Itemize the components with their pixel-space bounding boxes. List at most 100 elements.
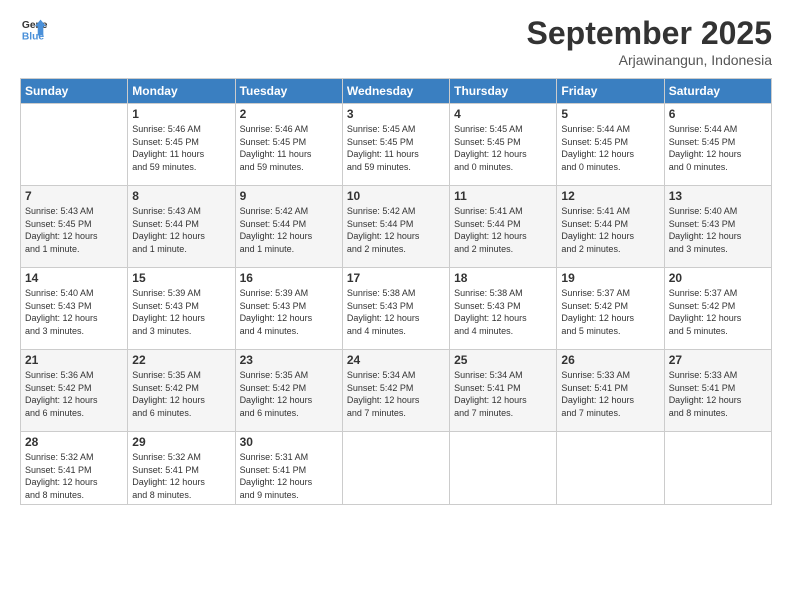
- day-info: Sunrise: 5:37 AM Sunset: 5:42 PM Dayligh…: [669, 287, 767, 337]
- table-row: 26 Sunrise: 5:33 AM Sunset: 5:41 PM Dayli…: [557, 350, 664, 432]
- table-row: 19 Sunrise: 5:37 AM Sunset: 5:42 PM Dayli…: [557, 268, 664, 350]
- col-saturday: Saturday: [664, 79, 771, 104]
- day-number: 14: [25, 271, 123, 285]
- table-row: 13 Sunrise: 5:40 AM Sunset: 5:43 PM Dayli…: [664, 186, 771, 268]
- table-row: 6 Sunrise: 5:44 AM Sunset: 5:45 PM Daylig…: [664, 104, 771, 186]
- table-row: 30Sunrise: 5:31 AM Sunset: 5:41 PM Dayli…: [235, 432, 342, 505]
- day-number: 7: [25, 189, 123, 203]
- table-row: 11 Sunrise: 5:41 AM Sunset: 5:44 PM Dayli…: [450, 186, 557, 268]
- day-info: Sunrise: 5:46 AM Sunset: 5:45 PM Dayligh…: [132, 123, 230, 173]
- day-number: 26: [561, 353, 659, 367]
- table-row: [450, 432, 557, 505]
- table-row: 24 Sunrise: 5:34 AM Sunset: 5:42 PM Dayli…: [342, 350, 449, 432]
- table-row: 1 Sunrise: 5:46 AM Sunset: 5:45 PM Daylig…: [128, 104, 235, 186]
- day-number: 24: [347, 353, 445, 367]
- day-info: Sunrise: 5:46 AM Sunset: 5:45 PM Dayligh…: [240, 123, 338, 173]
- table-row: 22 Sunrise: 5:35 AM Sunset: 5:42 PM Dayli…: [128, 350, 235, 432]
- page: General Blue September 2025 Arjawinangun…: [0, 0, 792, 612]
- day-number: 23: [240, 353, 338, 367]
- day-info: Sunrise: 5:35 AM Sunset: 5:42 PM Dayligh…: [240, 369, 338, 419]
- day-info: Sunrise: 5:38 AM Sunset: 5:43 PM Dayligh…: [347, 287, 445, 337]
- day-number: 1: [132, 107, 230, 121]
- day-number: 3: [347, 107, 445, 121]
- table-row: [557, 432, 664, 505]
- subtitle: Arjawinangun, Indonesia: [527, 52, 772, 68]
- table-row: 10 Sunrise: 5:42 AM Sunset: 5:44 PM Dayli…: [342, 186, 449, 268]
- day-info: Sunrise: 5:42 AM Sunset: 5:44 PM Dayligh…: [240, 205, 338, 255]
- day-number: 21: [25, 353, 123, 367]
- day-info: Sunrise: 5:32 AM Sunset: 5:41 PM Dayligh…: [132, 451, 230, 501]
- day-number: 22: [132, 353, 230, 367]
- table-row: 15 Sunrise: 5:39 AM Sunset: 5:43 PM Dayli…: [128, 268, 235, 350]
- table-row: 18Sunrise: 5:38 AM Sunset: 5:43 PM Dayli…: [450, 268, 557, 350]
- table-row: 23 Sunrise: 5:35 AM Sunset: 5:42 PM Dayli…: [235, 350, 342, 432]
- col-wednesday: Wednesday: [342, 79, 449, 104]
- table-row: 27 Sunrise: 5:33 AM Sunset: 5:41 PM Dayli…: [664, 350, 771, 432]
- table-row: 8Sunrise: 5:43 AM Sunset: 5:44 PM Daylig…: [128, 186, 235, 268]
- day-info: Sunrise: 5:34 AM Sunset: 5:42 PM Dayligh…: [347, 369, 445, 419]
- day-info: Sunrise: 5:43 AM Sunset: 5:45 PM Dayligh…: [25, 205, 123, 255]
- day-number: 20: [669, 271, 767, 285]
- day-number: 10: [347, 189, 445, 203]
- day-number: 13: [669, 189, 767, 203]
- table-row: 28 Sunrise: 5:32 AM Sunset: 5:41 PM Dayli…: [21, 432, 128, 505]
- month-title: September 2025: [527, 15, 772, 52]
- day-number: 29: [132, 435, 230, 449]
- day-number: 4: [454, 107, 552, 121]
- table-row: 21 Sunrise: 5:36 AM Sunset: 5:42 PM Dayli…: [21, 350, 128, 432]
- day-number: 27: [669, 353, 767, 367]
- table-row: 25 Sunrise: 5:34 AM Sunset: 5:41 PM Dayli…: [450, 350, 557, 432]
- table-row: 12Sunrise: 5:41 AM Sunset: 5:44 PM Dayli…: [557, 186, 664, 268]
- day-info: Sunrise: 5:40 AM Sunset: 5:43 PM Dayligh…: [25, 287, 123, 337]
- day-info: Sunrise: 5:41 AM Sunset: 5:44 PM Dayligh…: [454, 205, 552, 255]
- table-row: 7 Sunrise: 5:43 AM Sunset: 5:45 PM Daylig…: [21, 186, 128, 268]
- table-row: 2 Sunrise: 5:46 AM Sunset: 5:45 PM Daylig…: [235, 104, 342, 186]
- header: General Blue September 2025 Arjawinangun…: [20, 15, 772, 68]
- table-row: 29 Sunrise: 5:32 AM Sunset: 5:41 PM Dayli…: [128, 432, 235, 505]
- day-info: Sunrise: 5:42 AM Sunset: 5:44 PM Dayligh…: [347, 205, 445, 255]
- table-row: 16 Sunrise: 5:39 AM Sunset: 5:43 PM Dayli…: [235, 268, 342, 350]
- table-row: 4 Sunrise: 5:45 AM Sunset: 5:45 PM Daylig…: [450, 104, 557, 186]
- day-info: Sunrise: 5:45 AM Sunset: 5:45 PM Dayligh…: [454, 123, 552, 173]
- day-number: 8: [132, 189, 230, 203]
- logo: General Blue: [20, 15, 48, 43]
- day-number: 11: [454, 189, 552, 203]
- table-row: 9 Sunrise: 5:42 AM Sunset: 5:44 PM Daylig…: [235, 186, 342, 268]
- table-row: [342, 432, 449, 505]
- day-number: 17: [347, 271, 445, 285]
- header-row: Sunday Monday Tuesday Wednesday Thursday…: [21, 79, 772, 104]
- day-number: 25: [454, 353, 552, 367]
- day-number: 28: [25, 435, 123, 449]
- day-number: 12: [561, 189, 659, 203]
- day-info: Sunrise: 5:33 AM Sunset: 5:41 PM Dayligh…: [561, 369, 659, 419]
- day-info: Sunrise: 5:33 AM Sunset: 5:41 PM Dayligh…: [669, 369, 767, 419]
- col-thursday: Thursday: [450, 79, 557, 104]
- day-number: 2: [240, 107, 338, 121]
- col-monday: Monday: [128, 79, 235, 104]
- day-info: Sunrise: 5:40 AM Sunset: 5:43 PM Dayligh…: [669, 205, 767, 255]
- day-number: 9: [240, 189, 338, 203]
- day-number: 16: [240, 271, 338, 285]
- day-info: Sunrise: 5:44 AM Sunset: 5:45 PM Dayligh…: [561, 123, 659, 173]
- day-info: Sunrise: 5:39 AM Sunset: 5:43 PM Dayligh…: [132, 287, 230, 337]
- day-number: 30: [240, 435, 338, 449]
- calendar: Sunday Monday Tuesday Wednesday Thursday…: [20, 78, 772, 505]
- day-info: Sunrise: 5:34 AM Sunset: 5:41 PM Dayligh…: [454, 369, 552, 419]
- day-info: Sunrise: 5:32 AM Sunset: 5:41 PM Dayligh…: [25, 451, 123, 501]
- day-info: Sunrise: 5:36 AM Sunset: 5:42 PM Dayligh…: [25, 369, 123, 419]
- day-info: Sunrise: 5:38 AM Sunset: 5:43 PM Dayligh…: [454, 287, 552, 337]
- day-number: 19: [561, 271, 659, 285]
- day-info: Sunrise: 5:37 AM Sunset: 5:42 PM Dayligh…: [561, 287, 659, 337]
- day-number: 6: [669, 107, 767, 121]
- day-info: Sunrise: 5:35 AM Sunset: 5:42 PM Dayligh…: [132, 369, 230, 419]
- day-number: 15: [132, 271, 230, 285]
- day-info: Sunrise: 5:39 AM Sunset: 5:43 PM Dayligh…: [240, 287, 338, 337]
- day-info: Sunrise: 5:45 AM Sunset: 5:45 PM Dayligh…: [347, 123, 445, 173]
- table-row: 14 Sunrise: 5:40 AM Sunset: 5:43 PM Dayli…: [21, 268, 128, 350]
- day-number: 5: [561, 107, 659, 121]
- col-friday: Friday: [557, 79, 664, 104]
- table-row: [664, 432, 771, 505]
- table-row: [21, 104, 128, 186]
- table-row: 17 Sunrise: 5:38 AM Sunset: 5:43 PM Dayli…: [342, 268, 449, 350]
- day-info: Sunrise: 5:44 AM Sunset: 5:45 PM Dayligh…: [669, 123, 767, 173]
